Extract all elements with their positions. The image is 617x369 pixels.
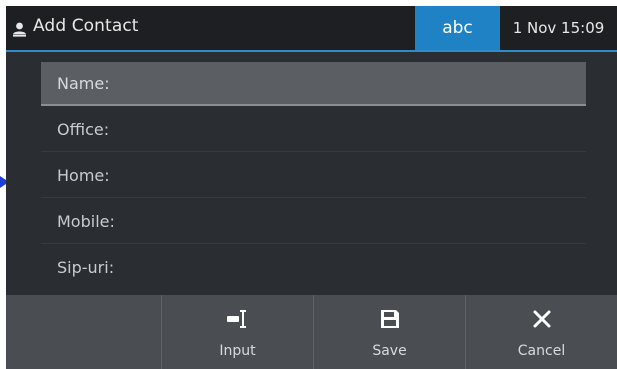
- office-field[interactable]: Office:: [41, 108, 586, 152]
- title-bar: Add Contact abc 1 Nov 15:09: [6, 6, 617, 52]
- mobile-field-label: Mobile:: [57, 212, 115, 231]
- sip-uri-field-label: Sip-uri:: [57, 258, 115, 277]
- save-softkey-label: Save: [372, 343, 407, 359]
- save-softkey[interactable]: Save: [313, 295, 465, 369]
- save-icon: [380, 310, 399, 328]
- office-field-label: Office:: [57, 120, 110, 139]
- name-field-label: Name:: [57, 74, 110, 93]
- softkey-empty: [6, 295, 161, 369]
- close-icon: [533, 310, 550, 328]
- home-field-label: Home:: [57, 166, 110, 185]
- home-field[interactable]: Home:: [41, 154, 586, 198]
- phone-screen: Add Contact abc 1 Nov 15:09 Name: Office…: [6, 6, 617, 369]
- name-field[interactable]: Name:: [41, 62, 586, 106]
- input-cursor-icon: [226, 310, 246, 328]
- input-softkey[interactable]: Input: [161, 295, 313, 369]
- page-title: Add Contact: [33, 16, 139, 36]
- sip-uri-field[interactable]: Sip-uri:: [41, 246, 586, 290]
- user-icon: [13, 22, 26, 37]
- mobile-field[interactable]: Mobile:: [41, 200, 586, 244]
- input-mode-indicator: abc: [415, 6, 500, 50]
- softkey-bar: Input Save Cancel: [6, 295, 617, 369]
- date-time: 1 Nov 15:09: [512, 19, 605, 37]
- input-softkey-label: Input: [219, 343, 256, 359]
- cancel-softkey[interactable]: Cancel: [465, 295, 617, 369]
- cancel-softkey-label: Cancel: [517, 343, 566, 359]
